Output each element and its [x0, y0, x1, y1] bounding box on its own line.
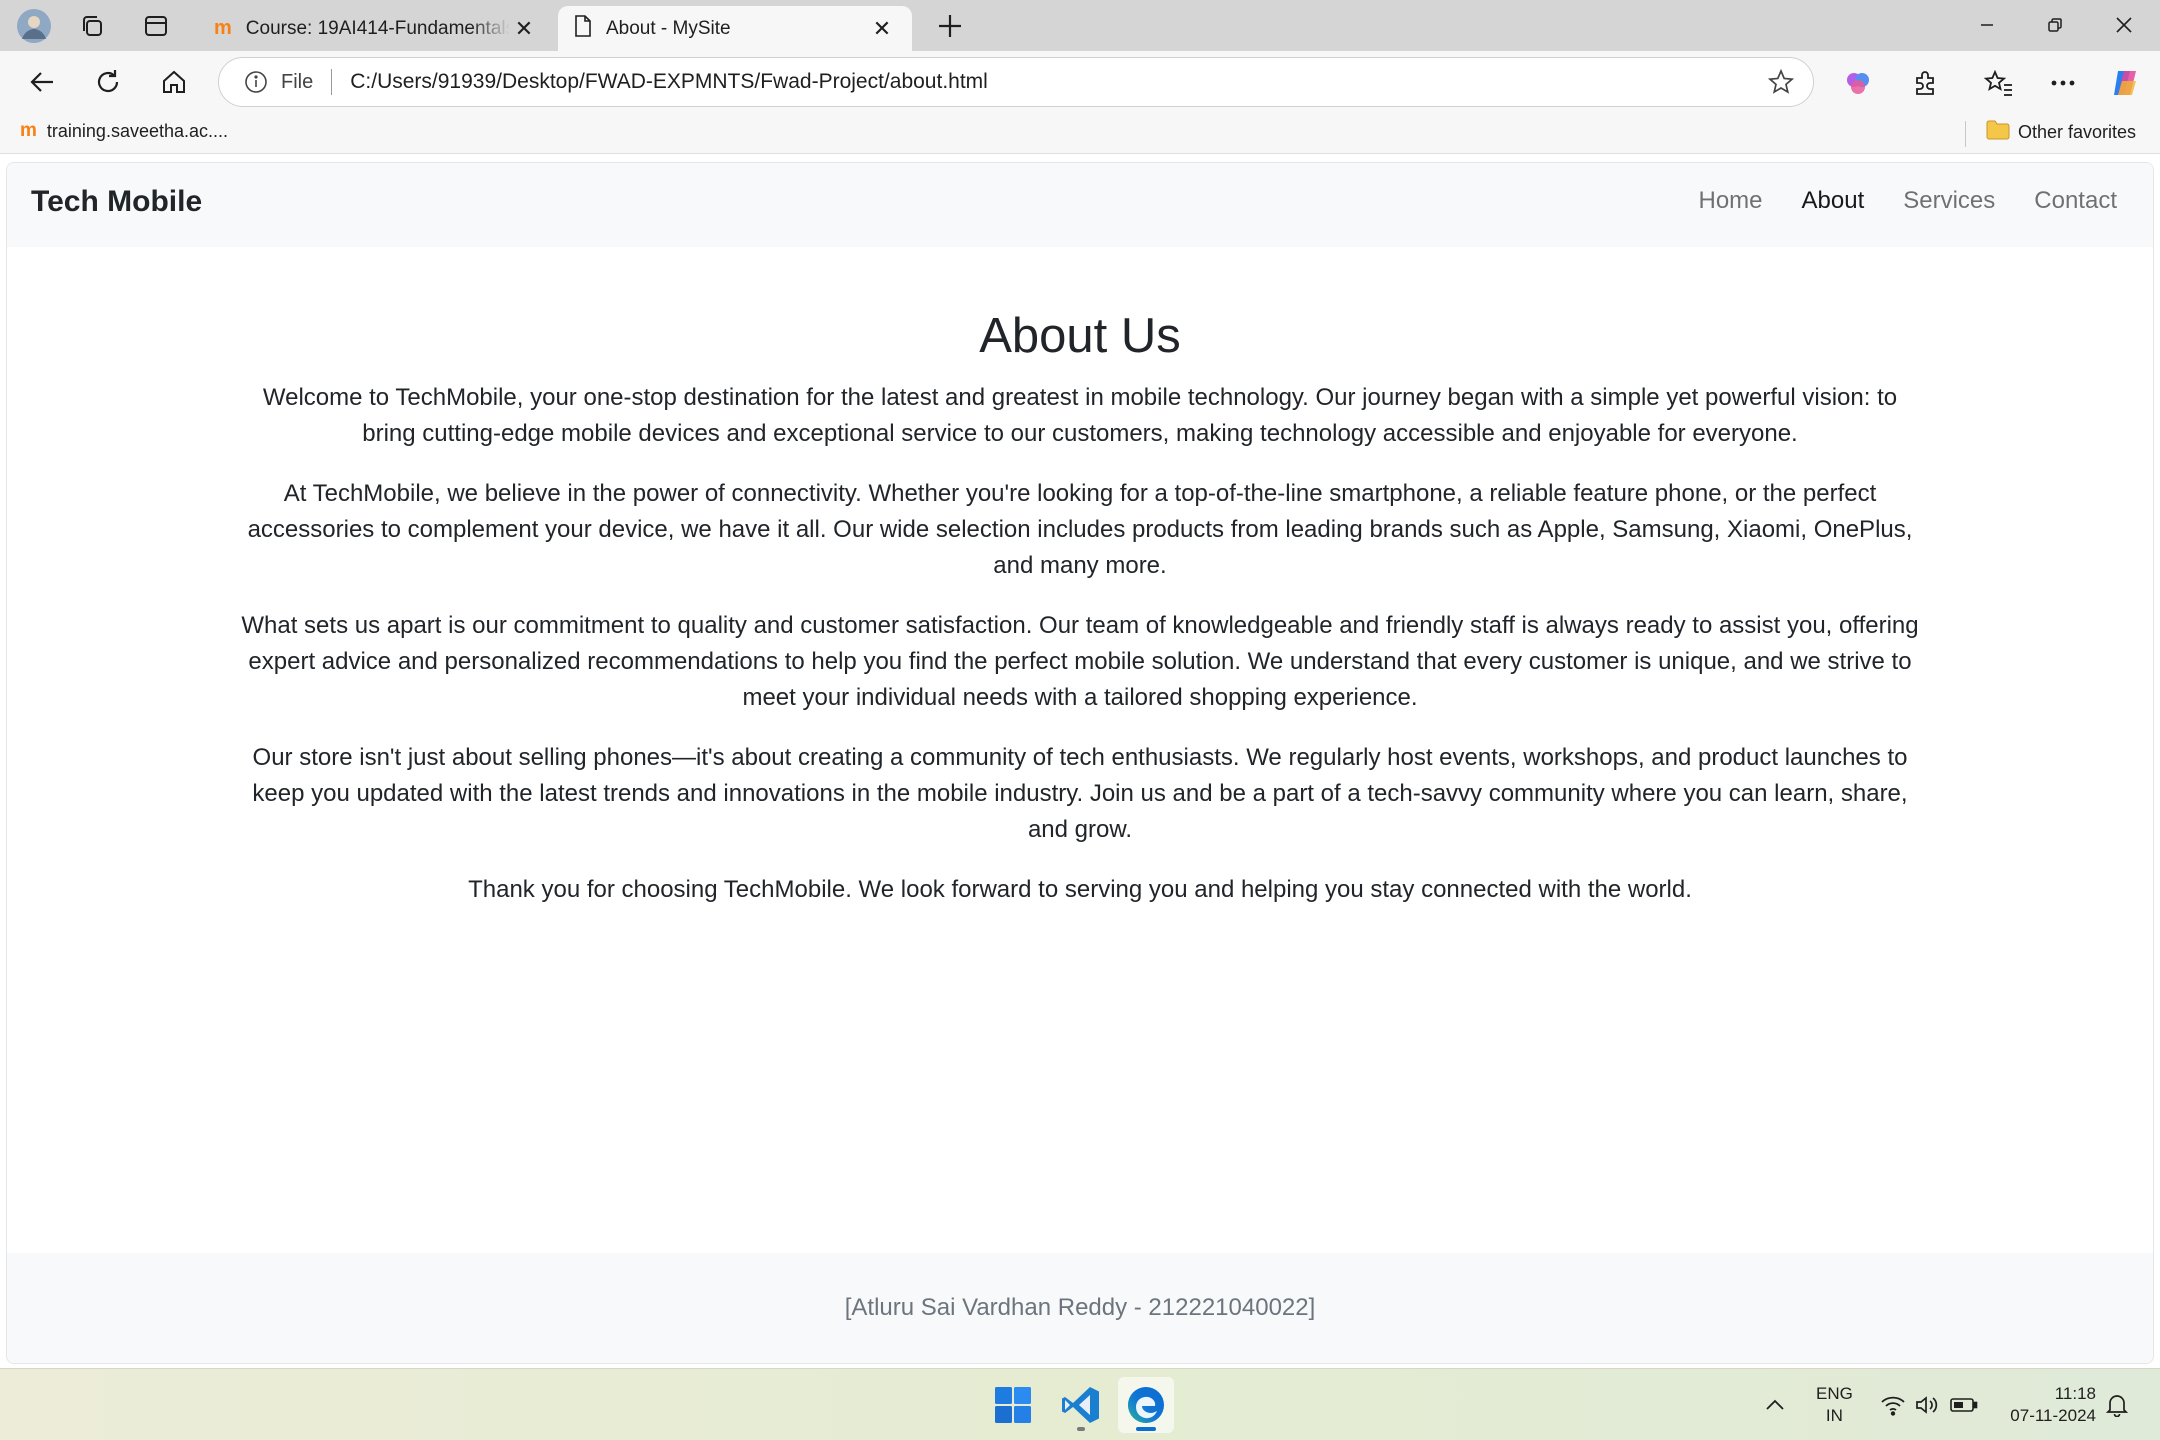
paragraph-intro: Welcome to TechMobile, your one-stop des…	[262, 384, 1898, 447]
paragraph-community: Our store isn't just about selling phone…	[252, 744, 1908, 843]
favorite-star-icon[interactable]	[1761, 62, 1801, 102]
favorite-training-saveetha[interactable]: m training.saveetha.ac....	[20, 120, 228, 142]
workspaces-icon[interactable]	[70, 6, 114, 46]
clock[interactable]: 11:18 07-11-2024	[2000, 1369, 2096, 1440]
home-icon[interactable]	[152, 61, 196, 103]
clock-date: 07-11-2024	[2010, 1406, 2096, 1425]
edge-icon[interactable]	[1118, 1377, 1174, 1433]
clock-time: 11:18	[2054, 1384, 2096, 1403]
about-section: About Us Welcome to TechMobile, your one…	[7, 308, 2153, 932]
tab-about[interactable]: About - MySite ✕	[558, 6, 912, 51]
language-indicator[interactable]: ENG IN	[1816, 1369, 1853, 1440]
url-text[interactable]: C:/Users/91939/Desktop/FWAD-EXPMNTS/Fwad…	[350, 70, 1761, 94]
site-footer: [Atluru Sai Vardhan Reddy - 212221040022…	[7, 1253, 2153, 1363]
scheme-label: File	[281, 70, 314, 93]
page-icon	[574, 14, 592, 43]
footer-text: [Atluru Sai Vardhan Reddy - 212221040022…	[844, 1294, 1316, 1321]
tab-course[interactable]: m Course: 19AI414-Fundamentals of Web Ap…	[198, 6, 554, 51]
site-brand[interactable]: Tech Mobile	[31, 185, 202, 219]
nav-contact[interactable]: Contact	[2034, 187, 2117, 215]
other-favorites[interactable]: Other favorites	[1986, 120, 2136, 145]
volume-icon[interactable]	[1914, 1369, 1938, 1440]
info-icon[interactable]	[243, 69, 269, 95]
close-tab-icon[interactable]: ✕	[510, 15, 538, 43]
close-tab-icon[interactable]: ✕	[868, 15, 896, 43]
divider	[331, 69, 333, 95]
wifi-icon[interactable]	[1880, 1369, 1906, 1440]
minimize-icon[interactable]	[1953, 0, 2021, 50]
vscode-icon[interactable]	[1053, 1377, 1109, 1433]
page-viewport: Tech Mobile Home About Services Contact …	[6, 162, 2154, 1364]
page-title: About Us	[979, 309, 1181, 363]
language-code: ENG	[1816, 1384, 1853, 1403]
copilot-brain-icon[interactable]	[1836, 61, 1880, 105]
tab-title: About - MySite	[606, 17, 731, 39]
moodle-icon: m	[20, 120, 37, 141]
nav-links: Home About Services Contact	[1660, 187, 2118, 215]
moodle-icon: m	[214, 17, 232, 39]
more-options-icon[interactable]	[2041, 61, 2085, 105]
profile-avatar-icon[interactable]	[12, 6, 56, 46]
nav-services[interactable]: Services	[1903, 187, 1995, 215]
nav-home[interactable]: Home	[1699, 187, 1763, 215]
region-code: IN	[1825, 1406, 1843, 1425]
paragraph-connectivity: At TechMobile, we believe in the power o…	[247, 480, 1913, 579]
folder-icon	[1986, 120, 2010, 145]
paragraph-commitment: What sets us apart is our commitment to …	[241, 612, 1919, 711]
tab-title: Course: 19AI414-Fundamentals of Web Appl…	[245, 17, 510, 39]
vertical-tabs-icon[interactable]	[134, 6, 178, 46]
favorites-icon[interactable]	[1977, 61, 2021, 105]
divider	[1965, 121, 1966, 147]
other-favorites-label: Other favorites	[2018, 122, 2137, 142]
nav-about[interactable]: About	[1802, 187, 1865, 215]
browser-toolbar: File C:/Users/91939/Desktop/FWAD-EXPMNTS…	[0, 51, 2160, 113]
extensions-icon[interactable]	[1903, 61, 1947, 105]
copilot-icon[interactable]	[2104, 61, 2148, 105]
battery-icon[interactable]	[1950, 1369, 1978, 1440]
windows-start-icon[interactable]	[985, 1377, 1041, 1433]
browser-tab-bar: m Course: 19AI414-Fundamentals of Web Ap…	[0, 0, 2160, 51]
new-tab-button[interactable]	[930, 8, 970, 44]
running-indicator	[1077, 1427, 1085, 1431]
close-window-icon[interactable]	[2090, 0, 2158, 50]
favorite-label: training.saveetha.ac....	[46, 120, 229, 141]
favorites-bar: m training.saveetha.ac.... Other favorit…	[0, 113, 2160, 154]
paragraph-thanks: Thank you for choosing TechMobile. We lo…	[468, 876, 1692, 903]
site-navbar: Tech Mobile Home About Services Contact	[7, 163, 2153, 247]
restore-icon[interactable]	[2021, 0, 2089, 50]
windows-taskbar: ENG IN 11:18 07-11-2024	[0, 1368, 2160, 1440]
show-hidden-icons-chevron-icon[interactable]	[1765, 1369, 1785, 1440]
address-bar[interactable]: File C:/Users/91939/Desktop/FWAD-EXPMNTS…	[218, 57, 1814, 107]
back-icon[interactable]	[20, 61, 64, 103]
active-indicator	[1136, 1427, 1156, 1431]
notification-bell-icon[interactable]	[2106, 1369, 2128, 1440]
refresh-icon[interactable]	[86, 61, 130, 103]
